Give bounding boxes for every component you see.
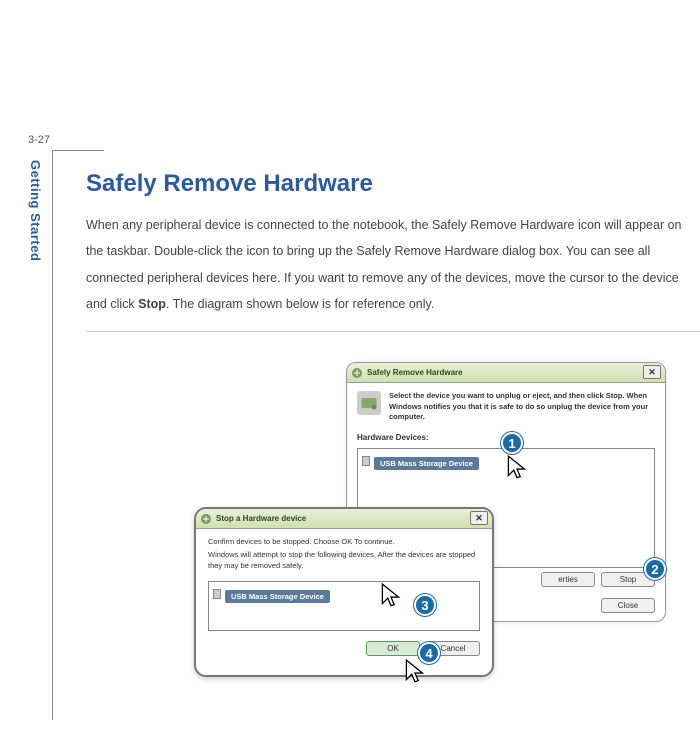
close-icon: ✕ <box>475 513 483 524</box>
body-text: When any peripheral device is connected … <box>86 212 700 317</box>
hline <box>52 150 104 151</box>
dialog1-close-row: Close <box>601 598 655 613</box>
close-button[interactable]: Close <box>601 598 655 613</box>
vline <box>52 150 53 720</box>
body-part2: . The diagram shown below is for referen… <box>166 297 434 311</box>
divider <box>86 331 700 332</box>
dialog2-button-row: OK Cancel <box>196 635 492 662</box>
cursor-icon <box>380 582 402 615</box>
dialog1-description: Select the device you want to unplug or … <box>389 391 655 423</box>
callout-3: 3 <box>414 594 436 616</box>
close-icon: ✕ <box>648 367 656 378</box>
device-item-selected[interactable]: USB Mass Storage Device <box>225 590 330 603</box>
cursor-icon <box>404 658 426 691</box>
dialog1-desc-row: Select the device you want to unplug or … <box>347 383 665 431</box>
dialog2-text1: Confirm devices to be stopped. Choose OK… <box>196 529 492 550</box>
diagram: Safely Remove Hardware ✕ Select the devi… <box>86 362 700 702</box>
properties-button[interactable]: erties <box>541 572 595 587</box>
dialog1-header: Safely Remove Hardware ✕ <box>347 363 665 383</box>
dialog2-close-button[interactable]: ✕ <box>470 511 488 525</box>
section-vertical-label: Getting Started <box>28 160 43 261</box>
device-item-selected[interactable]: USB Mass Storage Device <box>374 457 479 470</box>
dialog2-listbox[interactable]: USB Mass Storage Device <box>208 581 480 631</box>
dialog2-title: Stop a Hardware device <box>216 514 306 523</box>
usb-icon <box>200 512 212 524</box>
callout-2: 2 <box>644 558 666 580</box>
dialog1-button-row: erties Stop <box>541 572 655 587</box>
body-bold: Stop <box>138 297 166 311</box>
device-icon <box>213 589 221 599</box>
dialog1-close-button[interactable]: ✕ <box>643 365 661 379</box>
cursor-icon <box>506 454 528 487</box>
hardware-icon <box>357 391 381 415</box>
callout-1: 1 <box>501 432 523 454</box>
content-area: Safely Remove Hardware When any peripher… <box>86 170 700 702</box>
dialog1-title: Safely Remove Hardware <box>367 368 463 377</box>
page-title: Safely Remove Hardware <box>86 170 700 198</box>
page-number: 3-27 <box>28 134 50 146</box>
ok-button[interactable]: OK <box>366 641 420 656</box>
dialog2-header: Stop a Hardware device ✕ <box>196 509 492 529</box>
usb-icon <box>351 366 363 378</box>
device-icon <box>362 456 370 466</box>
dialog-stop-device: Stop a Hardware device ✕ Confirm devices… <box>194 507 494 677</box>
dialog2-text2: Windows will attempt to stop the followi… <box>196 550 492 577</box>
